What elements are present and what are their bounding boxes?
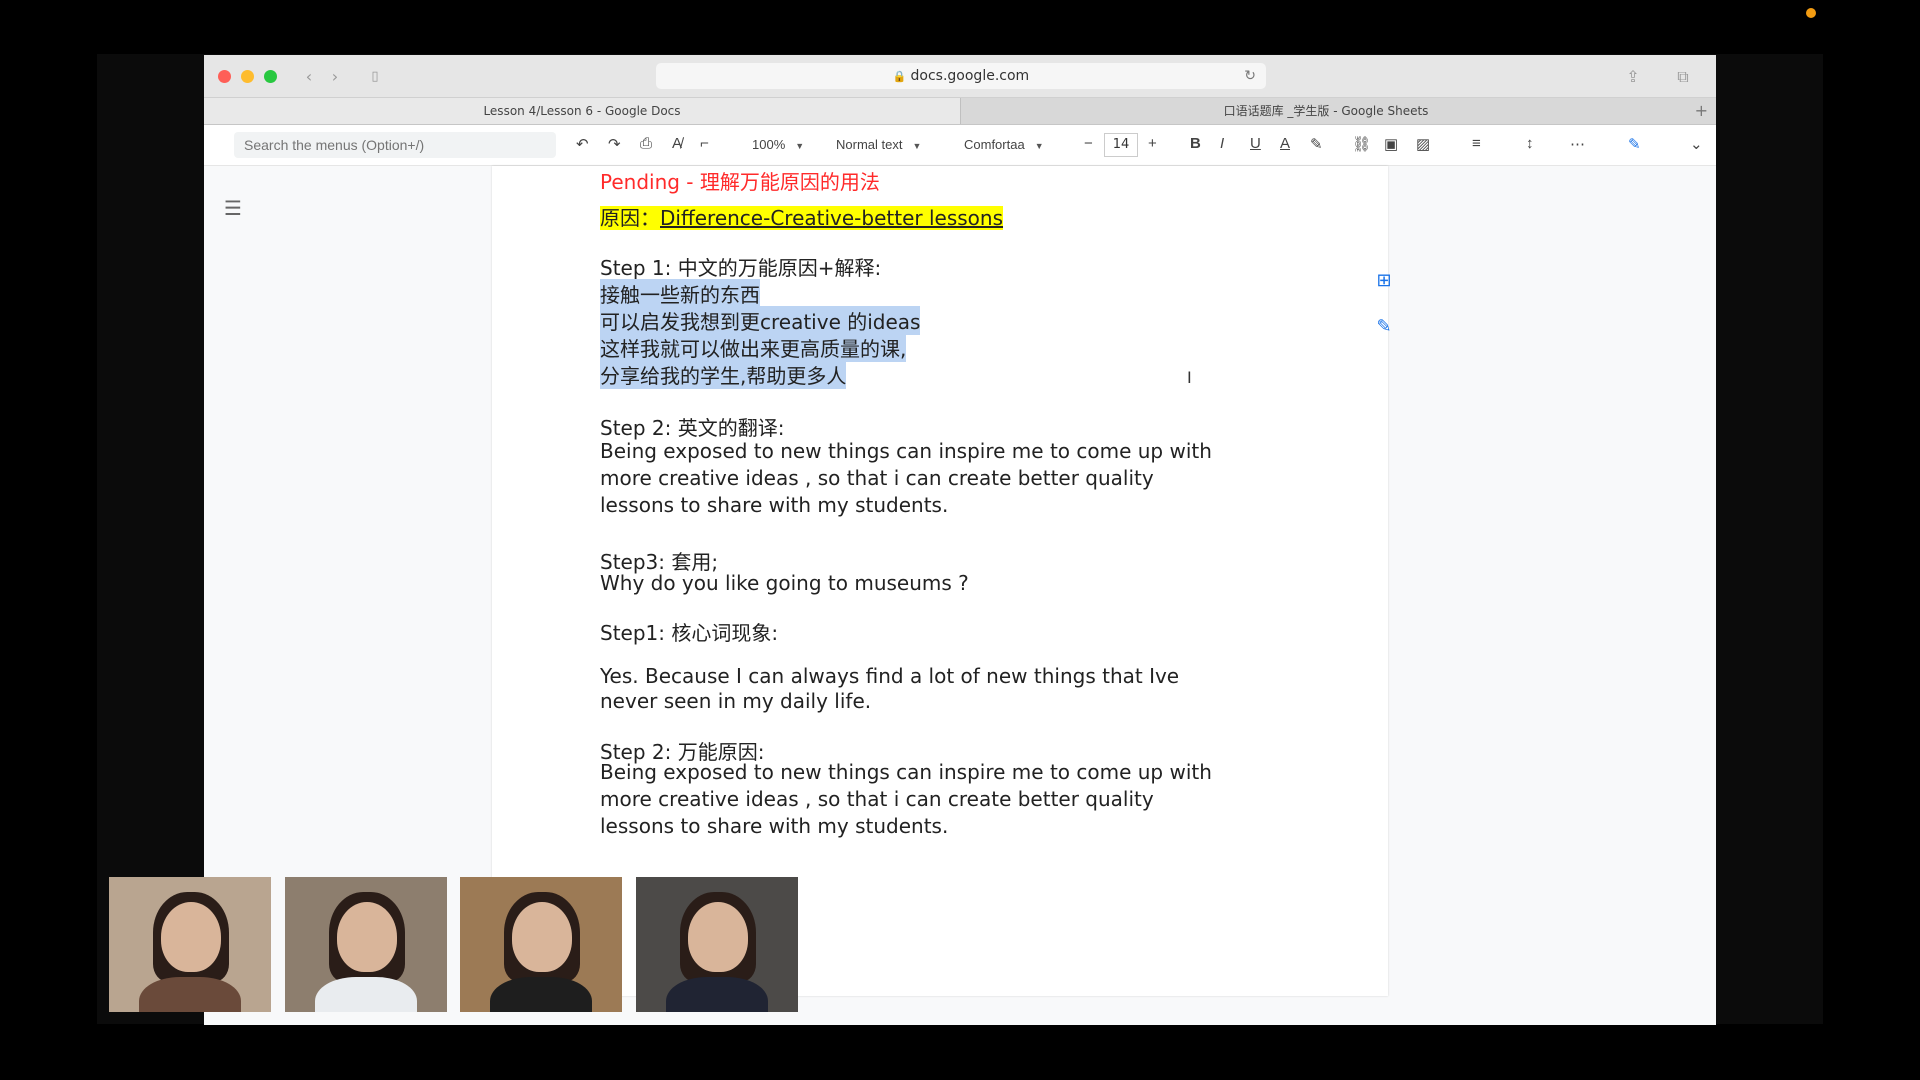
increase-font-size-icon[interactable]: + bbox=[1148, 135, 1157, 152]
add-comment-icon[interactable]: ▣ bbox=[1384, 135, 1398, 153]
print-icon[interactable]: ⎙ bbox=[640, 135, 652, 152]
font-select[interactable]: Comfortaa ▼ bbox=[964, 137, 1044, 152]
forward-icon[interactable]: › bbox=[324, 67, 346, 87]
font-size-input[interactable]: 14 bbox=[1104, 133, 1138, 157]
back-icon[interactable]: ‹ bbox=[298, 67, 320, 87]
decrease-font-size-icon[interactable]: − bbox=[1084, 135, 1093, 152]
line-spacing-icon[interactable]: ↕ bbox=[1526, 135, 1534, 152]
cn-line: 分享给我的学生,帮助更多人 bbox=[600, 360, 847, 389]
step1-title: Step 1: 中文的万能原因+解释: bbox=[600, 256, 882, 280]
browser-titlebar: ‹ › ▯ 🔒 docs.google.com ↻ ⇪ ⧉ bbox=[204, 55, 1716, 98]
style-value: Normal text bbox=[836, 137, 903, 152]
participant-face bbox=[512, 902, 572, 972]
cn-line: 接触一些新的东西 bbox=[600, 279, 760, 308]
en-line: more creative ideas , so that i can crea… bbox=[600, 787, 1154, 811]
step1b-title: Step1: 核心词现象: bbox=[600, 621, 779, 645]
spellcheck-icon[interactable]: A̸ bbox=[672, 135, 682, 152]
underline-icon[interactable]: U bbox=[1250, 135, 1261, 152]
add-comment-side-icon[interactable]: ⊞ bbox=[1372, 270, 1396, 291]
align-icon[interactable]: ≡ bbox=[1472, 135, 1481, 152]
cn-line: 可以启发我想到更creative 的ideas bbox=[600, 306, 921, 335]
reason-line: 原因：Difference-Creative-better lessons bbox=[600, 202, 1003, 231]
chevron-down-icon: ▼ bbox=[912, 141, 922, 151]
chevron-down-icon: ▼ bbox=[795, 141, 805, 151]
participant-video-1[interactable] bbox=[109, 877, 271, 1012]
docs-toolbar: ↶ ↷ ⎙ A̸ ⌐ 100% ▼ Normal text ▼ Comfortaa ▼… bbox=[204, 125, 1716, 166]
participant-body bbox=[315, 977, 417, 1012]
en-line: Being exposed to new things can inspire … bbox=[600, 760, 1212, 784]
en-line: Being exposed to new things can inspire … bbox=[600, 439, 1212, 463]
answer-line: Yes. Because I can always find a lot of … bbox=[600, 664, 1180, 688]
document-outline-icon[interactable]: ☰ bbox=[224, 196, 242, 220]
more-options-icon[interactable]: ⋯ bbox=[1570, 135, 1585, 153]
sidebar-toggle-icon[interactable]: ▯ bbox=[364, 67, 386, 87]
insert-image-icon[interactable]: ▨ bbox=[1416, 135, 1430, 153]
suggest-edits-icon[interactable]: ✎ bbox=[1372, 316, 1396, 337]
text-color-icon[interactable]: A bbox=[1280, 135, 1290, 152]
undo-icon[interactable]: ↶ bbox=[576, 135, 589, 153]
cn-line: 这样我就可以做出来更高质量的课, bbox=[600, 333, 907, 362]
answer-line: never seen in my daily life. bbox=[600, 689, 872, 713]
participant-body bbox=[139, 977, 241, 1012]
chevron-down-icon: ▼ bbox=[1034, 141, 1044, 151]
share-icon[interactable]: ⇪ bbox=[1622, 67, 1644, 87]
highlight-icon[interactable]: ✎ bbox=[1310, 135, 1323, 153]
en-line: lessons to share with my students. bbox=[600, 814, 949, 838]
maximize-window-button[interactable] bbox=[264, 70, 277, 83]
tab-google-docs[interactable]: Lesson 4/Lesson 6 - Google Docs bbox=[204, 98, 961, 124]
reload-icon[interactable]: ↻ bbox=[1244, 63, 1256, 89]
participant-video-3[interactable] bbox=[460, 877, 622, 1012]
close-window-button[interactable] bbox=[218, 70, 231, 83]
question-line: Why do you like going to museums ? bbox=[600, 571, 969, 595]
tab-google-sheets[interactable]: 口语话题库 _学生版 - Google Sheets bbox=[961, 98, 1691, 124]
participant-video-2[interactable] bbox=[285, 877, 447, 1012]
document-page[interactable]: Pending - 理解万能原因的用法 原因：Difference-Creati… bbox=[492, 166, 1388, 996]
zoom-value: 100% bbox=[752, 137, 786, 152]
link-icon[interactable]: ⛓ bbox=[1352, 135, 1371, 153]
step2-title: Step 2: 英文的翻译: bbox=[600, 416, 785, 440]
participant-body bbox=[490, 977, 592, 1012]
participant-video-4[interactable] bbox=[636, 877, 798, 1012]
font-value: Comfortaa bbox=[964, 137, 1025, 152]
style-select[interactable]: Normal text ▼ bbox=[836, 137, 921, 152]
editing-mode-icon[interactable]: ✎ bbox=[1628, 135, 1641, 153]
url-text: docs.google.com bbox=[910, 68, 1030, 84]
en-line: more creative ideas , so that i can crea… bbox=[600, 466, 1154, 490]
reason-text: Difference-Creative-better lessons bbox=[660, 206, 1003, 230]
recording-indicator bbox=[1806, 8, 1816, 18]
italic-icon[interactable]: I bbox=[1220, 135, 1224, 152]
bold-icon[interactable]: B bbox=[1190, 135, 1201, 152]
tabs-overview-icon[interactable]: ⧉ bbox=[1672, 67, 1694, 87]
search-menus-input[interactable] bbox=[234, 132, 556, 158]
reason-prefix: 原因： bbox=[600, 206, 660, 230]
participant-body bbox=[666, 977, 768, 1012]
participant-face bbox=[161, 902, 221, 972]
paint-format-icon[interactable]: ⌐ bbox=[700, 135, 709, 152]
participant-face bbox=[337, 902, 397, 972]
redo-icon[interactable]: ↷ bbox=[608, 135, 621, 153]
zoom-select[interactable]: 100% ▼ bbox=[752, 137, 804, 152]
address-bar[interactable]: 🔒 docs.google.com ↻ bbox=[656, 63, 1266, 89]
collapse-toolbar-icon[interactable]: ⌄ bbox=[1690, 135, 1703, 153]
en-line: lessons to share with my students. bbox=[600, 493, 949, 517]
minimize-window-button[interactable] bbox=[241, 70, 254, 83]
new-tab-icon[interactable]: + bbox=[1695, 98, 1708, 124]
doc-heading: Pending - 理解万能原因的用法 bbox=[600, 170, 880, 194]
participant-face bbox=[688, 902, 748, 972]
lock-icon: 🔒 bbox=[892, 70, 907, 83]
tab-bar: Lesson 4/Lesson 6 - Google Docs 口语话题库 _学… bbox=[204, 98, 1716, 125]
text-cursor-icon: I bbox=[1187, 368, 1192, 387]
